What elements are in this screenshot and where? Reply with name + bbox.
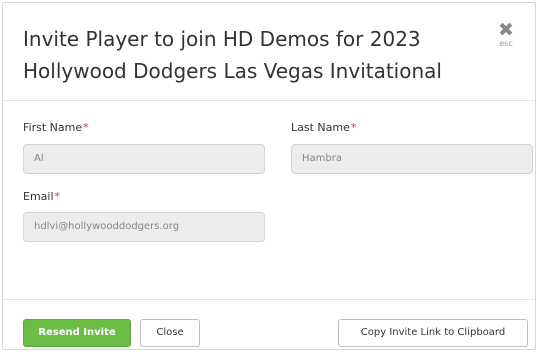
required-asterisk: *	[350, 121, 357, 134]
email-field[interactable]: hdlvi@hollywooddodgers.org	[23, 212, 265, 242]
last-name-label: Last Name*	[291, 121, 356, 134]
close-icon: ✖	[498, 19, 514, 41]
email-label-text: Email	[23, 190, 54, 203]
invite-player-dialog: Invite Player to join HD Demos for 2023 …	[2, 2, 536, 350]
footer-divider	[3, 299, 535, 300]
esc-hint: esc	[499, 39, 513, 48]
required-asterisk: *	[83, 121, 89, 134]
email-label: Email*	[23, 190, 60, 203]
close-button[interactable]: Close	[140, 319, 200, 347]
last-name-field[interactable]: Hambra	[291, 144, 533, 174]
required-asterisk: *	[54, 190, 61, 203]
close-dialog-button[interactable]: ✖ esc	[491, 21, 521, 49]
dialog-title: Invite Player to join HD Demos for 2023 …	[23, 27, 442, 83]
dialog-header: Invite Player to join HD Demos for 2023 …	[3, 3, 535, 101]
first-name-label: First Name*	[23, 121, 89, 134]
resend-invite-button[interactable]: Resend Invite	[23, 319, 131, 347]
copy-invite-link-button[interactable]: Copy Invite Link to Clipboard	[338, 319, 528, 347]
first-name-field[interactable]: Al	[23, 144, 265, 174]
first-name-label-text: First Name	[23, 121, 83, 134]
last-name-label-text: Last Name	[291, 121, 350, 134]
